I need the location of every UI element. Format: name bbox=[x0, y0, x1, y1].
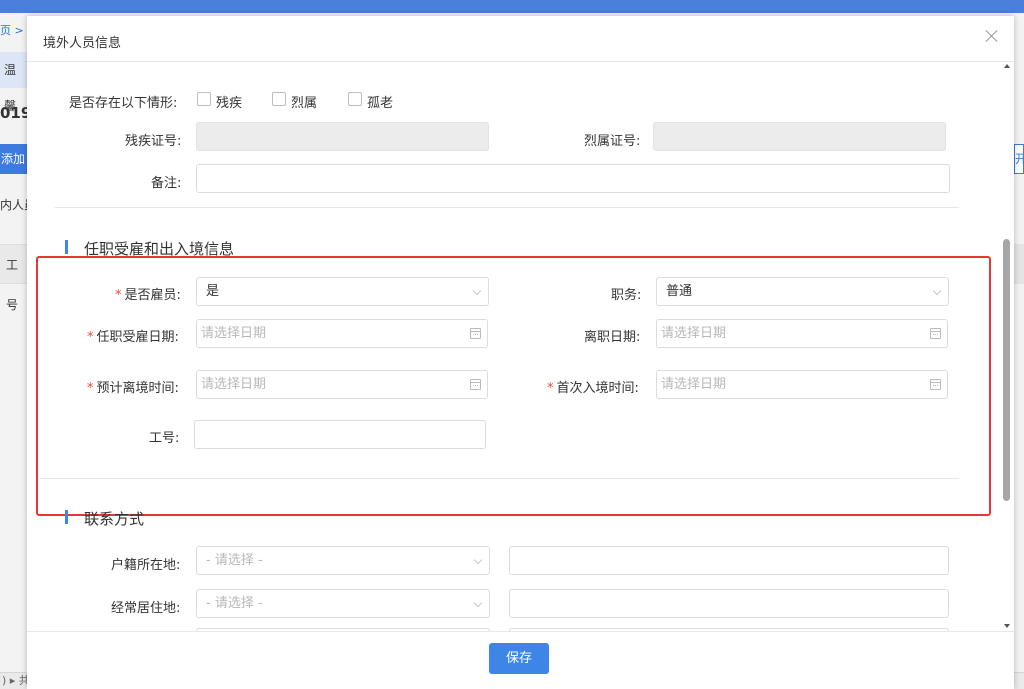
household-select[interactable]: - 请选择 - bbox=[196, 546, 490, 575]
martyr-family-checkbox[interactable] bbox=[272, 92, 286, 106]
disabled-checkbox[interactable] bbox=[197, 92, 211, 106]
disability-cert-input[interactable] bbox=[196, 122, 489, 151]
residence-detail-input[interactable] bbox=[509, 589, 949, 618]
residence-placeholder: - 请选择 - bbox=[206, 596, 263, 611]
chevron-down-icon bbox=[473, 598, 483, 608]
chevron-down-icon bbox=[473, 555, 483, 565]
scroll-up-arrow-icon[interactable] bbox=[1004, 64, 1010, 68]
remark-label: 备注: bbox=[151, 176, 182, 191]
situation-label: 是否存在以下情形: bbox=[69, 96, 178, 111]
scroll-down-arrow-icon[interactable] bbox=[1004, 624, 1010, 628]
scroll-thumb[interactable] bbox=[1003, 239, 1010, 501]
section-marker bbox=[65, 240, 68, 254]
martyr-cert-input[interactable] bbox=[653, 122, 946, 151]
section-marker bbox=[65, 510, 68, 524]
dialog-scrollbar[interactable] bbox=[1001, 64, 1013, 630]
dialog-body[interactable]: 是否存在以下情形: 残疾 烈属 孤老 残疾证号: 烈属证号: 备注: 任职受雇和… bbox=[27, 62, 1014, 631]
disability-cert-label: 残疾证号: bbox=[125, 134, 182, 149]
background-add-button[interactable]: 添加 bbox=[0, 144, 27, 174]
martyr-cert-label: 烈属证号: bbox=[584, 134, 641, 149]
residence-label: 经常居住地: bbox=[111, 601, 181, 616]
section-divider bbox=[39, 478, 959, 479]
household-placeholder: - 请选择 - bbox=[206, 553, 263, 568]
background-right-button[interactable]: 开 bbox=[1014, 144, 1024, 174]
save-button[interactable]: 保存 bbox=[489, 643, 549, 674]
martyr-family-option-label: 烈属 bbox=[291, 96, 318, 111]
residence-select[interactable]: - 请选择 - bbox=[196, 589, 490, 618]
app-top-bar bbox=[0, 0, 1024, 13]
remark-input[interactable] bbox=[196, 164, 950, 193]
dialog-title: 境外人员信息 bbox=[43, 36, 122, 51]
contact-section-title: 联系方式 bbox=[84, 510, 145, 528]
highlight-box bbox=[36, 256, 991, 516]
breadcrumb[interactable]: 页 > bbox=[0, 22, 24, 38]
background-tab[interactable]: 温馨 bbox=[0, 52, 27, 113]
dialog-header: 境外人员信息 bbox=[27, 16, 1014, 62]
section-divider bbox=[55, 207, 959, 208]
household-label: 户籍所在地: bbox=[111, 558, 181, 573]
close-icon[interactable] bbox=[982, 26, 1002, 46]
background-right-strip bbox=[1014, 244, 1024, 284]
elderly-alone-option-label: 孤老 bbox=[367, 96, 394, 111]
dialog-footer: 保存 bbox=[27, 631, 1014, 689]
household-detail-input[interactable] bbox=[509, 546, 949, 575]
elderly-alone-checkbox[interactable] bbox=[348, 92, 362, 106]
disabled-option-label: 残疾 bbox=[216, 96, 243, 111]
background-column-header: 工号 bbox=[0, 244, 27, 312]
foreign-person-dialog: 境外人员信息 是否存在以下情形: 残疾 烈属 孤老 残疾证号: 烈属证号: 备注… bbox=[27, 16, 1014, 689]
